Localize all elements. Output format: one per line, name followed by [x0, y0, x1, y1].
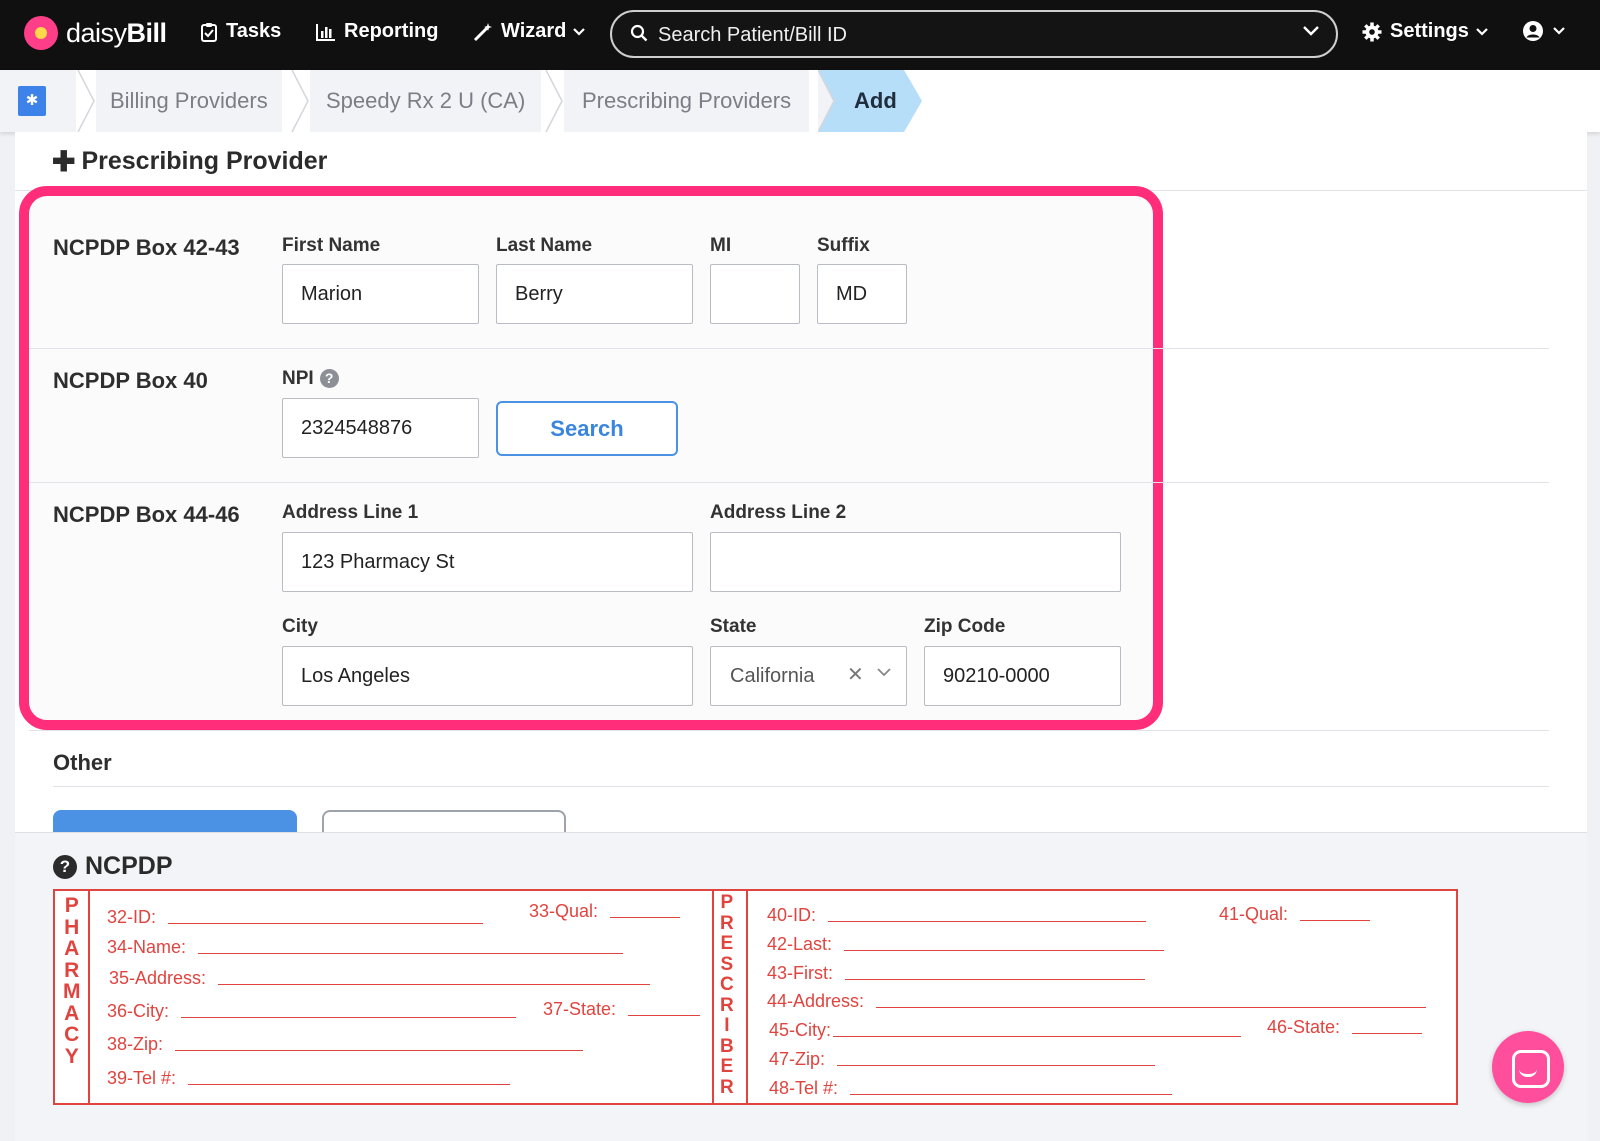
chevron-down-icon: [573, 27, 586, 36]
search-input[interactable]: [658, 21, 1258, 49]
last-name-label: Last Name: [496, 235, 593, 256]
nav-wizard-label: Wizard: [501, 20, 567, 42]
active-crumb-arrow: [818, 70, 922, 132]
patient-bill-search[interactable]: [610, 10, 1338, 58]
divider: [29, 348, 1549, 349]
bar-chart-icon: [316, 23, 335, 41]
question-circle-icon[interactable]: ?: [319, 369, 339, 388]
form-row: 42-Last:: [767, 934, 1165, 955]
section-label-box-42-43: NCPDP Box 42-43: [53, 235, 240, 260]
state-label: State: [710, 616, 757, 637]
ncpdp-title: ? NCPDP: [53, 852, 173, 881]
address-line-2-field[interactable]: [710, 532, 1121, 592]
brand-name: daisyBill: [66, 17, 167, 48]
form-row: 43-First:: [767, 963, 1146, 984]
breadcrumb-prescribing-providers[interactable]: Prescribing Providers: [564, 70, 810, 132]
city-field[interactable]: [282, 646, 693, 706]
chevron-down-icon[interactable]: [876, 667, 892, 677]
nav-reporting-label: Reporting: [344, 20, 439, 42]
user-account-menu[interactable]: [1522, 20, 1566, 42]
state-selected-value: California: [730, 665, 815, 687]
state-select[interactable]: California ✕: [710, 646, 907, 706]
breadcrumb-separator: [77, 70, 95, 132]
magic-wand-icon: [473, 22, 492, 41]
last-name-field[interactable]: [496, 264, 693, 324]
npi-field[interactable]: [282, 398, 479, 458]
top-navigation-bar: daisyBill Tasks Reporting Wizard Setting…: [0, 0, 1600, 70]
search-icon: [630, 24, 648, 42]
breadcrumb-speedy-rx[interactable]: Speedy Rx 2 U (CA): [310, 70, 542, 132]
question-circle-icon: ?: [53, 854, 77, 879]
address-line-1-field[interactable]: [282, 532, 693, 592]
nav-reporting[interactable]: Reporting: [316, 20, 438, 43]
form-row: 47-Zip:: [769, 1049, 1156, 1070]
city-label: City: [282, 616, 318, 637]
prescriber-column: [55, 891, 748, 1103]
first-name-field[interactable]: [282, 264, 479, 324]
nav-tasks-label: Tasks: [226, 20, 282, 42]
gear-icon: [1362, 22, 1382, 41]
divider: [29, 482, 1549, 483]
form-row: 40-ID:: [767, 905, 1147, 926]
npi-label: NPI?: [282, 368, 339, 390]
divider: [29, 730, 1549, 731]
chat-launcher-button[interactable]: [1492, 1031, 1564, 1103]
clipboard-check-icon: [201, 22, 217, 42]
suffix-field[interactable]: [817, 264, 907, 324]
form-row: 48-Tel #:: [769, 1078, 1173, 1099]
form-row: 45-City:: [769, 1020, 1242, 1041]
suffix-label: Suffix: [817, 235, 870, 256]
daisybill-logo[interactable]: daisyBill: [24, 16, 167, 50]
daisy-flower-icon: [24, 16, 58, 50]
chevron-down-icon[interactable]: [1302, 25, 1320, 37]
zip-code-label: Zip Code: [924, 616, 1006, 637]
address-line-1-label: Address Line 1: [282, 502, 419, 523]
form-row: 46-State:: [1267, 1017, 1423, 1038]
medical-document-icon: ✱: [18, 86, 46, 116]
form-row: 44-Address:: [767, 991, 1427, 1012]
chevron-down-icon: [1476, 27, 1488, 36]
section-label-box-40: NCPDP Box 40: [53, 368, 208, 393]
nav-tasks[interactable]: Tasks: [200, 20, 281, 43]
nav-settings-label: Settings: [1390, 20, 1469, 42]
prescriber-vertical-label: PRESCRIBER: [720, 892, 734, 1098]
form-row: 41-Qual:: [1219, 904, 1371, 925]
ncpdp-claim-form-illustration: PHARMACY 32-ID: 33-Qual: 34-Name: 35-Add…: [53, 889, 1458, 1105]
zip-code-field[interactable]: [924, 646, 1121, 706]
breadcrumb: ✱ Billing Providers Speedy Rx 2 U (CA) P…: [0, 70, 1600, 132]
first-name-label: First Name: [282, 235, 381, 256]
nav-settings[interactable]: Settings: [1362, 20, 1489, 43]
mi-label: MI: [710, 235, 732, 256]
breadcrumb-billing-providers[interactable]: Billing Providers: [96, 70, 282, 132]
address-line-2-label: Address Line 2: [710, 502, 847, 523]
clear-icon[interactable]: ✕: [847, 662, 864, 687]
user-circle-icon: [1523, 21, 1543, 41]
chevron-down-icon: [1553, 27, 1565, 35]
middle-initial-field[interactable]: [710, 264, 800, 324]
section-label-other: Other: [53, 750, 112, 775]
breadcrumb-separator: [291, 70, 309, 132]
breadcrumb-separator: [545, 70, 563, 132]
divider: [53, 786, 1549, 787]
npi-search-button[interactable]: Search: [496, 401, 678, 456]
nav-wizard[interactable]: Wizard: [473, 20, 586, 43]
page-title: ✚ Prescribing Provider: [52, 146, 328, 177]
breadcrumb-home[interactable]: ✱: [0, 70, 76, 132]
plus-icon: ✚: [52, 146, 76, 177]
section-label-box-44-46: NCPDP Box 44-46: [53, 502, 240, 527]
